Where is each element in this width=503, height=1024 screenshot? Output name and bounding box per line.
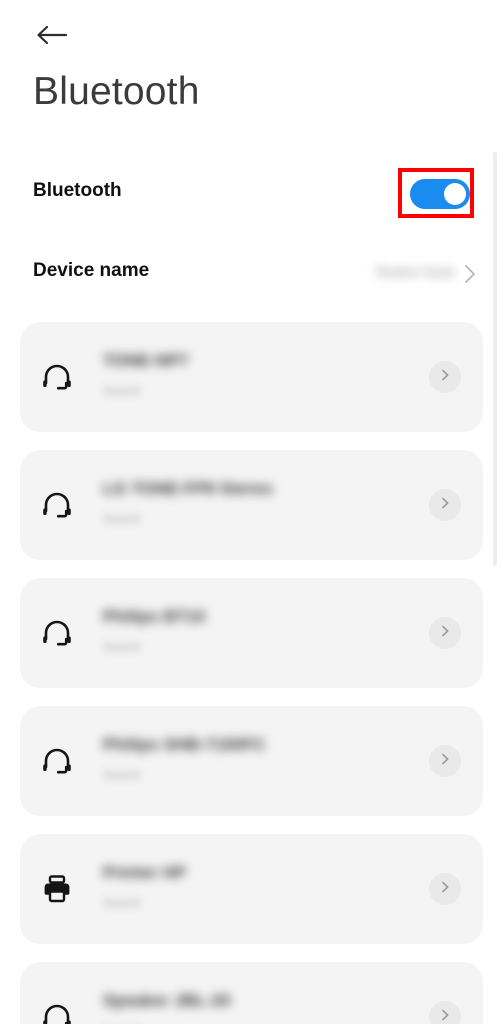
device-texts: Philips BT10 Saved bbox=[103, 606, 205, 655]
device-list-item[interactable]: TONE-NP7 Saved bbox=[20, 322, 483, 432]
device-texts: Speaker JBL-20 Saved bbox=[103, 990, 231, 1024]
device-details-button[interactable] bbox=[429, 1001, 461, 1024]
audio-device-icon bbox=[37, 998, 77, 1024]
device-subtitle: Saved bbox=[103, 511, 140, 526]
device-name: Philips BT10 bbox=[103, 607, 206, 626]
chevron-right-icon bbox=[438, 368, 452, 387]
device-subtitle: Saved bbox=[103, 767, 140, 782]
arrow-left-icon bbox=[35, 23, 69, 47]
device-name: Printer HP bbox=[103, 863, 187, 882]
device-list-item[interactable]: Philips SHB-7150FC Saved bbox=[20, 706, 483, 816]
chevron-right-icon bbox=[438, 880, 452, 899]
chevron-right-icon bbox=[438, 1008, 452, 1024]
device-name-label: Device name bbox=[33, 260, 150, 281]
bluetooth-toggle-row[interactable]: Bluetooth bbox=[0, 168, 503, 220]
bluetooth-settings-screen: Bluetooth Bluetooth Device name Redmi No… bbox=[0, 0, 503, 1024]
device-list-item[interactable]: LG TONE-FP8 Stereo Saved bbox=[20, 450, 483, 560]
headset-icon bbox=[37, 742, 77, 780]
chevron-right-icon bbox=[438, 624, 452, 643]
device-details-button[interactable] bbox=[429, 873, 461, 905]
chevron-right-icon bbox=[462, 262, 478, 286]
device-subtitle: Saved bbox=[103, 639, 140, 654]
chevron-right-icon bbox=[438, 752, 452, 771]
device-list-item[interactable]: Printer HP Saved bbox=[20, 834, 483, 944]
device-name-value: Redmi Note bbox=[375, 264, 455, 281]
paired-device-list: TONE-NP7 Saved LG TONE-FP8 Stereo Saved … bbox=[0, 322, 503, 1024]
device-subtitle: Saved bbox=[103, 895, 140, 910]
back-button[interactable] bbox=[26, 14, 78, 56]
device-texts: LG TONE-FP8 Stereo Saved bbox=[103, 478, 273, 527]
device-list-item[interactable]: Philips BT10 Saved bbox=[20, 578, 483, 688]
device-list-item[interactable]: Speaker JBL-20 Saved bbox=[20, 962, 483, 1024]
device-name: TONE-NP7 bbox=[103, 351, 189, 370]
printer-icon bbox=[37, 870, 77, 908]
headset-icon bbox=[37, 486, 77, 524]
device-texts: TONE-NP7 Saved bbox=[103, 350, 189, 399]
switch-knob bbox=[444, 183, 466, 205]
device-subtitle: Saved bbox=[103, 383, 140, 398]
device-texts: Printer HP Saved bbox=[103, 862, 186, 911]
device-details-button[interactable] bbox=[429, 745, 461, 777]
headset-icon bbox=[37, 614, 77, 652]
highlight-annotation-box bbox=[398, 168, 474, 218]
device-name: Speaker JBL-20 bbox=[103, 991, 231, 1010]
device-name: Philips SHB-7150FC bbox=[103, 735, 266, 754]
vertical-scrollbar[interactable] bbox=[493, 152, 497, 566]
chevron-right-icon bbox=[438, 496, 452, 515]
bluetooth-switch[interactable] bbox=[410, 179, 470, 209]
device-details-button[interactable] bbox=[429, 617, 461, 649]
headset-icon bbox=[37, 358, 77, 396]
device-name-row[interactable]: Device name Redmi Note bbox=[0, 248, 503, 300]
device-details-button[interactable] bbox=[429, 361, 461, 393]
page-title: Bluetooth bbox=[33, 70, 200, 113]
bluetooth-toggle-label: Bluetooth bbox=[33, 180, 122, 201]
device-texts: Philips SHB-7150FC Saved bbox=[103, 734, 266, 783]
device-details-button[interactable] bbox=[429, 489, 461, 521]
device-name: LG TONE-FP8 Stereo bbox=[103, 479, 273, 498]
